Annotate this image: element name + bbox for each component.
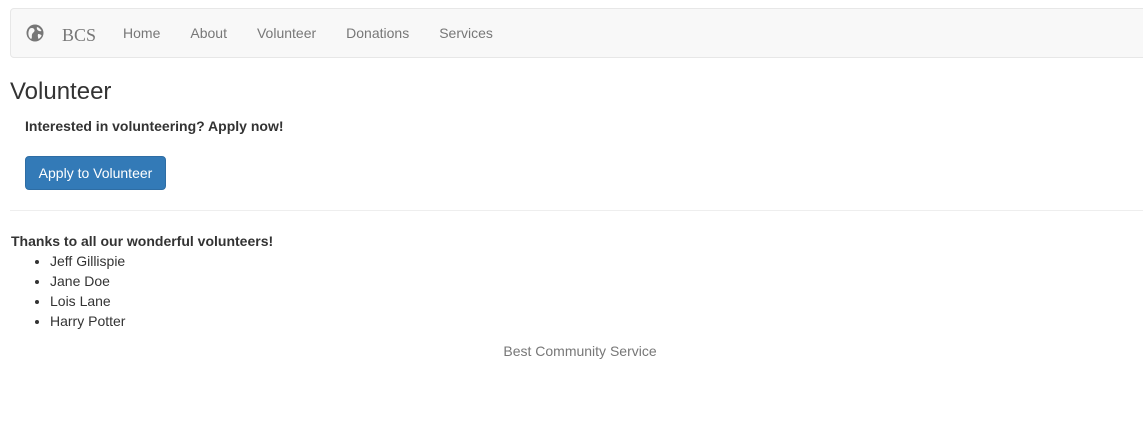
nav-link-volunteer[interactable]: Volunteer — [242, 8, 331, 58]
nav-link-home[interactable]: Home — [108, 8, 175, 58]
footer-text: Best Community Service — [503, 343, 657, 359]
apply-to-volunteer-button[interactable]: Apply to Volunteer — [25, 156, 166, 190]
page-title: Volunteer — [10, 78, 112, 105]
thanks-heading: Thanks to all our wonderful volunteers! — [11, 233, 274, 249]
nav-link-services[interactable]: Services — [424, 8, 508, 58]
brand-link[interactable]: BCS — [26, 23, 97, 45]
brand-name: BCS — [62, 24, 97, 45]
nav-link-donations[interactable]: Donations — [331, 8, 424, 58]
section-divider — [10, 210, 1143, 211]
list-item: Harry Potter — [50, 311, 125, 331]
globe-icon — [26, 24, 44, 42]
nav-link-about[interactable]: About — [175, 8, 242, 58]
volunteer-prompt: Interested in volunteering? Apply now! — [25, 118, 284, 134]
volunteer-list: Jeff Gillispie Jane Doe Lois Lane Harry … — [10, 251, 125, 331]
list-item: Lois Lane — [50, 291, 125, 311]
list-item: Jane Doe — [50, 271, 125, 291]
list-item: Jeff Gillispie — [50, 251, 125, 271]
top-navbar: BCS Home About Volunteer Donations Servi… — [10, 8, 1143, 58]
